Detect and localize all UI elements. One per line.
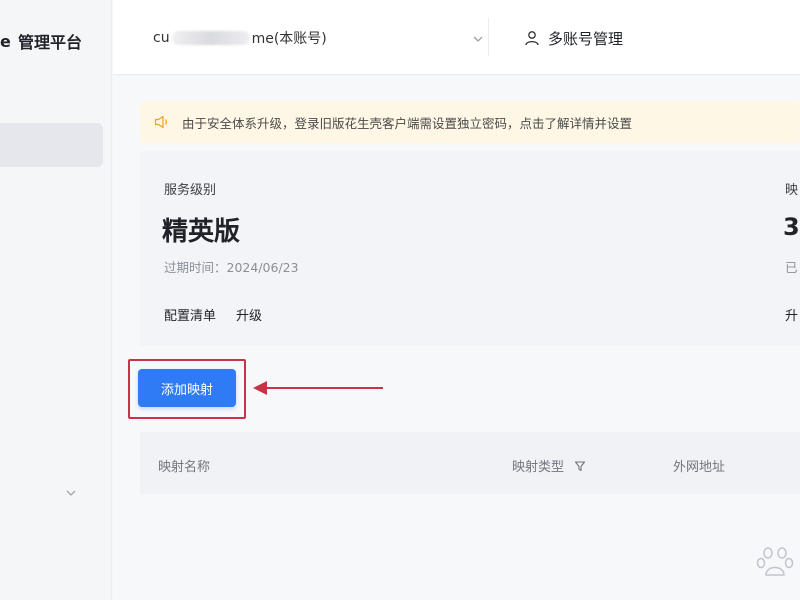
account-suffix: me(本账号) (251, 31, 327, 47)
service-level-label: 服务级别 (164, 183, 217, 198)
topbar: cu me(本账号) 多账号管理 (113, 0, 800, 75)
service-expire: 过期时间：2024/06/23 (164, 257, 299, 276)
right-panel-link[interactable]: 升 (785, 305, 800, 324)
account-name-mask (171, 31, 250, 45)
column-address: 外网地址 (673, 460, 726, 475)
notice-banner: 由于安全体系升级，登录旧版花生壳客户端需设置独立密码，点击了解详情并设置 (140, 101, 800, 143)
right-panel-value: 3 (783, 213, 800, 241)
right-panel-label: 映 (785, 183, 799, 198)
brand-cut-text: e (0, 31, 11, 51)
sidebar-chevron-down-icon[interactable] (64, 486, 78, 500)
account-prefix: cu (153, 30, 170, 46)
user-icon (525, 31, 539, 46)
column-name: 映射名称 (158, 460, 211, 475)
multi-account-label: 多账号管理 (548, 29, 624, 48)
speaker-icon (154, 115, 167, 129)
expire-date: 2024/06/23 (226, 260, 299, 275)
add-mapping-button[interactable]: 添加映射 (138, 369, 236, 407)
column-type-label: 映射类型 (512, 460, 565, 475)
top-divider (488, 18, 489, 56)
table-header: 映射名称 映射类型 外网地址 (140, 432, 800, 494)
sidebar: e 管理平台 (0, 0, 112, 600)
brand: e 管理平台 (0, 26, 82, 56)
annotation-arrow (253, 381, 383, 395)
notice-text[interactable]: 由于安全体系升级，登录旧版花生壳客户端需设置独立密码，点击了解详情并设置 (182, 113, 632, 132)
chevron-down-icon[interactable] (471, 32, 485, 46)
paw-watermark-icon (756, 547, 794, 576)
upgrade-link[interactable]: 升级 (236, 305, 262, 324)
main-content: 由于安全体系升级，登录旧版花生壳客户端需设置独立密码，点击了解详情并设置 服务级… (113, 76, 800, 600)
brand-title: 管理平台 (18, 33, 83, 52)
right-panel-sub: 已 (785, 260, 798, 275)
multi-account-button[interactable]: 多账号管理 (524, 22, 623, 54)
service-links: 配置清单 升级 (164, 305, 262, 324)
config-list-link[interactable]: 配置清单 (164, 305, 216, 324)
account-select[interactable]: cu me(本账号) (153, 22, 485, 54)
service-card: 服务级别 精英版 过期时间：2024/06/23 配置清单 升级 映 3 已 升 (140, 151, 800, 346)
filter-icon[interactable] (574, 460, 586, 472)
column-type: 映射类型 (512, 456, 586, 475)
expire-label: 过期时间： (164, 260, 227, 275)
service-level-value: 精英版 (162, 217, 241, 247)
sidebar-item-active[interactable] (0, 123, 103, 167)
